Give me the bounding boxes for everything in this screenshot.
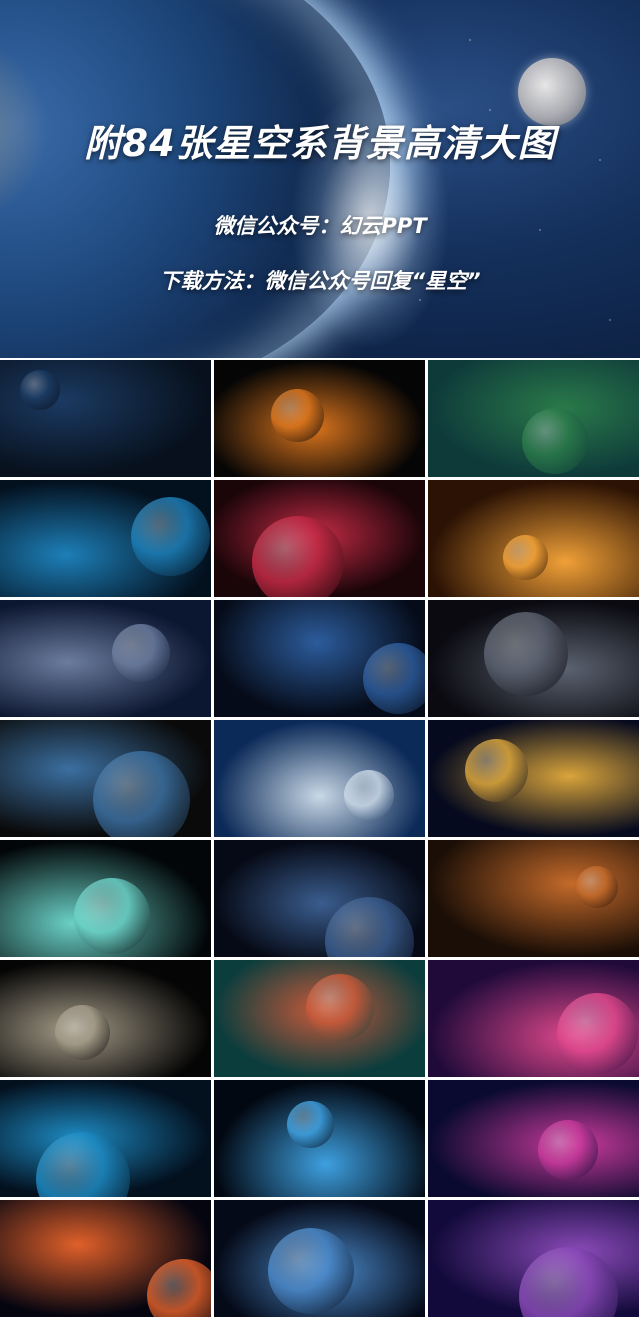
thumbnail-milky-way-over-rocks xyxy=(428,360,639,477)
thumbnail-feature xyxy=(503,535,548,580)
thumbnail-blue-nebula-2 xyxy=(0,1080,211,1197)
thumbnail-feature xyxy=(147,1259,211,1317)
thumbnail-feature xyxy=(519,1247,618,1317)
thumbnail-feature xyxy=(55,1005,110,1060)
thumbnail-earth-moon-orbit xyxy=(214,1200,425,1317)
thumbnail-feature xyxy=(74,878,150,954)
thumbnail-feature xyxy=(268,1228,354,1314)
thumbnail-feature xyxy=(325,897,414,957)
thumbnail-feature xyxy=(287,1101,334,1148)
thumbnail-feature xyxy=(465,739,528,802)
thumbnail-planet-with-moon xyxy=(0,360,211,477)
thumbnail-feature xyxy=(131,497,210,576)
thumbnail-earth-and-asteroid xyxy=(0,720,211,837)
thumbnail-feature xyxy=(20,370,60,410)
thumbnail-feature xyxy=(36,1132,130,1197)
thumbnail-burning-planet-meteors xyxy=(428,480,639,597)
thumbnail-purple-sunset-landscape xyxy=(428,960,639,1077)
thumbnail-solar-system-infographic xyxy=(0,600,211,717)
thumbnail-saturn-over-moon xyxy=(0,960,211,1077)
thumbnail-orange-cratered-planet xyxy=(428,840,639,957)
thumbnail-earth-cloud-horizon xyxy=(214,720,425,837)
thumbnail-feature xyxy=(344,770,394,820)
thumbnail-sombrero-galaxy xyxy=(0,840,211,957)
thumbnail-feature xyxy=(252,516,344,597)
thumbnail-feature xyxy=(93,751,190,837)
thumbnail-sunrise-over-earth xyxy=(214,360,425,477)
thumbnail-earth-night-sunrise xyxy=(214,600,425,717)
thumbnail-feature xyxy=(557,993,638,1074)
thumbnail-feature xyxy=(112,624,170,682)
thumbnail-colorful-nebula xyxy=(214,960,425,1077)
thumbnail-purple-galaxy-planet xyxy=(428,1200,639,1317)
thumbnail-feature xyxy=(538,1120,598,1180)
thumbnail-earth-limb xyxy=(214,840,425,957)
thumbnail-feature xyxy=(576,866,618,908)
thumbnail-pink-blue-nebula xyxy=(428,1080,639,1197)
thumbnail-blue-nebula xyxy=(0,480,211,597)
thumbnail-city-lights-map xyxy=(428,720,639,837)
thumbnail-feature xyxy=(484,612,568,696)
account-line: 微信公众号：幻云PPT xyxy=(213,214,427,238)
thumbnail-feature xyxy=(271,389,324,442)
thumbnail-glowing-earth xyxy=(214,1080,425,1197)
banner-title: 附84张星空系背景高清大图 xyxy=(84,122,556,165)
banner-image: 附84张星空系背景高清大图 微信公众号：幻云PPT 下载方法：微信公众号回复“星… xyxy=(0,0,640,358)
thumbnail-feature xyxy=(522,408,588,474)
thumbnail-feature xyxy=(363,643,425,714)
thumbnail-starship xyxy=(428,600,639,717)
thumbnail-feature xyxy=(306,974,374,1042)
download-line: 下载方法：微信公众号回复“星空” xyxy=(159,269,481,293)
thumbnail-exploding-planet xyxy=(0,1200,211,1317)
thumbnail-red-nebula xyxy=(214,480,425,597)
